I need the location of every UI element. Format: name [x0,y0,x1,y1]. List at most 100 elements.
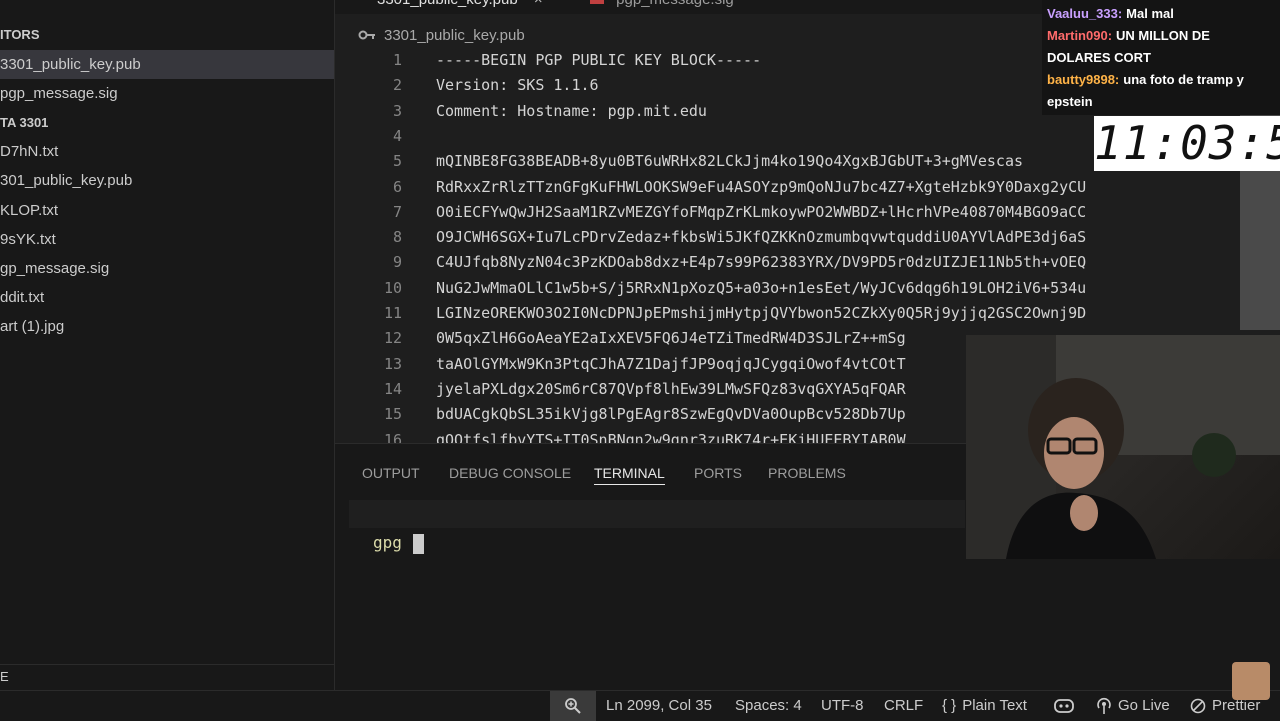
file-label: KLOP.txt [0,202,59,219]
code-text: LGINzeOREKWO3O2I0NcDPNJpEPmshijmHytpjQVY… [436,304,1087,322]
prettier-icon [1190,698,1206,714]
line-number: 6 [392,177,402,196]
file-item[interactable]: 301_public_key.pub [0,166,334,195]
chat-message: Martin090: UN MILLON DE DOLARES CORT [1047,25,1275,69]
open-editor-label: 3301_public_key.pub [0,56,141,73]
code-text: O9JCWH6SGX+Iu7LcPDrvZedaz+fkbsWi5JKfQZKK… [436,228,1087,247]
tab-terminal[interactable]: TERMINAL [594,462,665,485]
line-number: 10 [383,278,402,297]
breadcrumb[interactable]: 3301_public_key.pub [358,24,525,46]
code-text: gOOtfslfbvYTS+IT0SnBNgn2w9gnr3zuRK74r+EK… [436,430,906,444]
file-label: 9sYK.txt [0,231,56,248]
section-open-editors-label: ITORS [0,27,40,42]
language-label: Plain Text [962,697,1027,714]
copilot-button[interactable] [1053,691,1075,721]
code-text: -----BEGIN PGP PUBLIC KEY BLOCK----- [436,51,762,69]
line-number: 2 [392,76,402,95]
line-number: 12 [383,329,402,348]
code-line[interactable]: 10 NuG2JwMmaOLlC1w5b+S/j5RRxN1pXozQ5+a03o… [335,276,1240,301]
terminal-separator [349,500,965,528]
streamer-video [966,335,1280,559]
explorer-sidebar: ITORS 3301_public_key.pub pgp_message.si… [0,0,335,690]
code-text: O0iECFYwQwJH2SaaM1RZvMEZGYfoFMqpZrKLmkoy… [436,202,1087,221]
stream-chat-overlay: Vaaluu_333: Mal mal Martin090: UN MILLON D… [1042,0,1280,115]
code-line[interactable]: 9 C4UJfqb8NyzN04c3PzKDOab8dxz+E4p7s99P623… [335,250,1240,275]
chat-username: Martin090: [1047,28,1113,43]
code-text: Version: SKS 1.1.6 [436,76,599,95]
cursor-position-label: Ln 2099, Col 35 [606,697,712,714]
file-label: ddit.txt [0,289,45,306]
line-number: 16 [383,430,402,444]
line-ending[interactable]: CRLF [884,691,923,721]
chat-message: bautty9898: una foto de tramp y epstein [1047,69,1275,113]
code-line[interactable]: 8 O9JCWH6SGX+Iu7LcPDrvZedaz+fkbsWi5JKfQZK… [335,225,1240,250]
sidebar-bottom-section[interactable]: E [0,664,334,689]
code-line[interactable]: 11 LGINzeOREKWO3O2I0NcDPNJpEPmshijmHytpjQ… [335,301,1240,326]
language-mode[interactable]: { } Plain Text [942,691,1027,721]
zoom-button[interactable] [550,691,596,721]
tab-label: pgp_message.sig [616,0,734,8]
tab-ports[interactable]: PORTS [694,462,742,484]
code-line[interactable]: 7 O0iECFYwQwJH2SaaM1RZvMEZGYfoFMqpZrKLmko… [335,200,1240,225]
tab-pgp-message[interactable]: pgp_message.sig [590,0,734,13]
file-item[interactable]: art (1).jpg [0,312,334,341]
tab-label: 3301_public_key.pub [377,0,518,8]
chat-text: Mal mal [1126,6,1174,21]
indentation[interactable]: Spaces: 4 [735,691,802,721]
file-item[interactable]: ddit.txt [0,283,334,312]
avatar[interactable] [1232,662,1270,700]
line-number: 7 [392,202,402,221]
line-number: 4 [392,126,402,145]
braces-icon: { } [942,697,957,714]
code-text: RdRxxZrRlzTTznGFgKuFHWLOOKSW9eFu4ASOYzp9… [436,177,1087,196]
stream-clock: 11:03:52 [1094,116,1280,171]
broadcast-icon [1097,697,1111,714]
file-item[interactable]: gp_message.sig [0,254,334,283]
encoding-label: UTF-8 [821,697,864,714]
cursor-position[interactable]: Ln 2099, Col 35 [606,691,712,721]
file-label: gp_message.sig [0,260,110,277]
line-number: 8 [392,228,402,247]
terminal-input[interactable]: gpg [373,532,402,554]
open-editor-item[interactable]: pgp_message.sig [0,79,334,108]
tab-problems[interactable]: PROBLEMS [768,462,846,484]
section-folder[interactable]: TA 3301 [0,108,334,137]
tab-public-key[interactable]: 3301_public_key.pub × [377,0,543,13]
terminal-cursor [413,534,424,554]
code-line[interactable]: 6 RdRxxZrRlzTTznGFgKuFHWLOOKSW9eFu4ASOYzp… [335,175,1240,200]
code-text: jyelaPXLdgx20Sm6rC87QVpf8lhEw39LMwSFQz83… [436,379,906,398]
line-number: 5 [392,152,402,171]
file-item[interactable]: KLOP.txt [0,196,334,225]
code-text: bdUACgkQbSL35ikVjg8lPgEAgr8SzwEgQvDVa0Ou… [436,405,906,424]
key-icon [358,30,375,40]
close-icon[interactable]: × [534,0,543,8]
webcam-overlay [966,335,1280,559]
tab-output[interactable]: OUTPUT [362,462,420,484]
code-text: NuG2JwMmaOLlC1w5b+S/j5RRxN1pXozQ5+a03o+n… [436,278,1087,297]
chat-username: bautty9898: [1047,72,1120,87]
breadcrumb-file[interactable]: 3301_public_key.pub [384,27,525,44]
line-number: 9 [392,253,402,272]
code-text: Comment: Hostname: pgp.mit.edu [436,101,707,120]
indentation-label: Spaces: 4 [735,697,802,714]
status-bar: Ln 2099, Col 35 Spaces: 4 UTF-8 CRLF { }… [0,690,1280,721]
file-label: 301_public_key.pub [0,172,133,189]
encoding[interactable]: UTF-8 [821,691,864,721]
file-label: art (1).jpg [0,318,65,335]
line-number: 3 [392,101,402,120]
code-text: taAOlGYMxW9Kn3PtqCJhA7Z1DajfJP9oqjqJCygq… [436,354,906,373]
line-number: 1 [392,51,402,69]
file-item[interactable]: 9sYK.txt [0,225,334,254]
code-text: mQINBE8FG38BEADB+8yu0BT6uWRHx82LCkJjm4ko… [436,152,1023,171]
chat-message: Vaaluu_333: Mal mal [1047,3,1275,25]
go-live-label: Go Live [1118,697,1170,714]
tab-debug-console[interactable]: DEBUG CONSOLE [449,462,571,484]
section-open-editors[interactable]: ITORS [0,20,334,49]
line-number: 13 [383,354,402,373]
go-live-button[interactable]: Go Live [1096,691,1170,721]
open-editor-item[interactable]: 3301_public_key.pub [0,50,334,79]
section-folder-label: TA 3301 [0,115,49,130]
file-item[interactable]: D7hN.txt [0,137,334,166]
code-text: 0W5qxZlH6GoAeaYE2aIxXEV5FQ6J4eTZiTmedRW4… [436,329,906,348]
sidebar-bottom-label: E [0,669,9,684]
